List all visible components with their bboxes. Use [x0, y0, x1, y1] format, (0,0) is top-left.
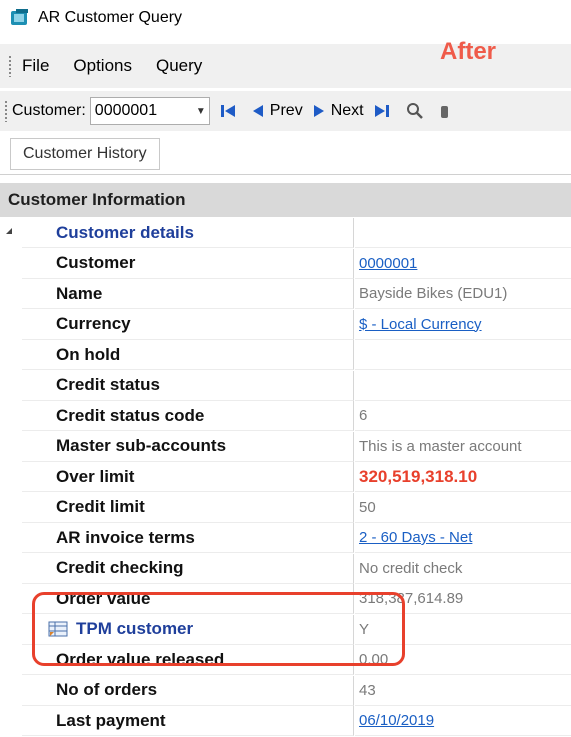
over-limit-value: 320,519,318.10 — [359, 466, 478, 486]
binoculars-icon — [440, 106, 448, 118]
property-row-master-sub-accounts: Master sub-accounts This is a master acc… — [0, 431, 571, 463]
first-record-button[interactable] — [220, 103, 242, 119]
property-label: Over limit — [22, 462, 354, 492]
property-value: 318,387,614.89 — [355, 584, 571, 614]
property-value: 50 — [355, 493, 571, 523]
next-label: Next — [330, 102, 364, 119]
group-value-empty — [355, 218, 571, 248]
tpm-customer-label[interactable]: TPM customer — [76, 619, 193, 639]
title-bar: AR Customer Query — [0, 0, 571, 36]
prev-arrow-icon — [252, 105, 263, 117]
property-label: Order value — [22, 584, 354, 614]
property-label: No of orders — [22, 675, 354, 706]
customer-combobox[interactable]: 0000001 ▼ — [89, 97, 210, 125]
property-value: Bayside Bikes (EDU1) — [355, 279, 571, 309]
property-row-on-hold: On hold — [0, 340, 571, 371]
property-label: Credit checking — [22, 553, 354, 584]
property-label: Name — [22, 279, 354, 309]
property-label: Credit status code — [22, 401, 354, 431]
property-value[interactable]: 06/10/2019 — [355, 706, 571, 736]
property-value — [355, 340, 571, 370]
property-label: Credit status — [22, 370, 354, 401]
search-button[interactable] — [406, 102, 430, 120]
property-value[interactable]: $ - Local Currency — [355, 310, 571, 340]
property-value[interactable]: 0000001 — [355, 249, 571, 279]
currency-link[interactable]: $ - Local Currency — [359, 316, 482, 333]
property-label[interactable]: TPM customer — [22, 614, 354, 645]
window-title: AR Customer Query — [38, 9, 183, 26]
last-record-icon — [374, 105, 389, 117]
property-row-customer: Customer 0000001 — [0, 248, 571, 280]
binoculars-button[interactable] — [440, 102, 456, 120]
menu-options[interactable]: Options — [73, 56, 132, 76]
customer-link[interactable]: 0000001 — [359, 255, 417, 272]
property-row-credit-status-code: Credit status code 6 — [0, 401, 571, 432]
prev-label: Prev — [269, 102, 303, 119]
group-row-customer-details[interactable]: Customer details — [0, 218, 571, 249]
search-icon — [406, 103, 423, 119]
property-label: Currency — [22, 309, 354, 340]
customer-label: Customer: — [12, 102, 86, 119]
property-row-tpm-customer[interactable]: TPM customer Y — [0, 614, 571, 646]
tab-strip: Customer History — [0, 134, 571, 175]
menu-file[interactable]: File — [22, 56, 49, 76]
last-payment-link[interactable]: 06/10/2019 — [359, 712, 434, 729]
property-row-ar-invoice-terms: AR invoice terms 2 - 60 Days - Net — [0, 523, 571, 554]
property-row-order-value-released: Order value released 0.00 — [0, 645, 571, 676]
property-row-credit-status: Credit status — [0, 370, 571, 402]
customer-combobox-value[interactable]: 0000001 — [91, 102, 193, 120]
property-row-order-value: Order value 318,387,614.89 — [0, 584, 571, 615]
customer-properties-grid: Customer details Customer 0000001 Name B… — [0, 218, 571, 737]
property-label: Credit limit — [22, 492, 354, 523]
tpm-table-icon — [48, 621, 68, 637]
property-label: Customer — [22, 248, 354, 279]
property-value: 43 — [355, 676, 571, 706]
app-icon — [11, 9, 28, 25]
property-label: On hold — [22, 340, 354, 370]
property-label: AR invoice terms — [22, 523, 354, 553]
last-record-button[interactable] — [374, 103, 396, 119]
property-value: This is a master account — [355, 432, 571, 462]
chevron-down-icon[interactable]: ▼ — [193, 106, 209, 117]
property-value: 320,519,318.10 — [355, 462, 571, 492]
after-annotation-label: After — [440, 38, 497, 65]
property-row-no-of-orders: No of orders 43 — [0, 675, 571, 707]
first-record-icon — [220, 105, 235, 117]
property-row-name: Name Bayside Bikes (EDU1) — [0, 279, 571, 310]
toolbar: Customer: 0000001 ▼ Prev Next — [0, 91, 571, 131]
group-label: Customer details — [22, 218, 354, 248]
property-row-last-payment: Last payment 06/10/2019 — [0, 706, 571, 737]
menu-query[interactable]: Query — [156, 56, 202, 76]
tab-customer-history[interactable]: Customer History — [10, 138, 160, 170]
collapse-triangle-icon[interactable] — [6, 228, 12, 234]
property-label: Master sub-accounts — [22, 431, 354, 462]
property-row-credit-checking: Credit checking No credit check — [0, 553, 571, 585]
invoice-terms-link[interactable]: 2 - 60 Days - Net — [359, 529, 472, 546]
property-row-currency: Currency $ - Local Currency — [0, 309, 571, 341]
property-value — [355, 371, 571, 401]
property-value: 6 — [355, 401, 571, 431]
section-header-customer-information: Customer Information — [0, 183, 571, 217]
toolbar-grip-handle[interactable] — [4, 100, 8, 122]
property-value[interactable]: 2 - 60 Days - Net — [355, 523, 571, 553]
next-button[interactable]: Next — [313, 102, 364, 120]
next-arrow-icon — [313, 105, 324, 117]
property-label: Order value released — [22, 645, 354, 675]
prev-button[interactable]: Prev — [252, 102, 303, 120]
menu-grip-handle[interactable] — [8, 55, 12, 77]
property-label: Last payment — [22, 706, 354, 736]
property-row-over-limit: Over limit 320,519,318.10 — [0, 462, 571, 493]
property-value: Y — [355, 615, 571, 645]
property-value: 0.00 — [355, 645, 571, 675]
property-value: No credit check — [355, 554, 571, 584]
property-row-credit-limit: Credit limit 50 — [0, 492, 571, 524]
